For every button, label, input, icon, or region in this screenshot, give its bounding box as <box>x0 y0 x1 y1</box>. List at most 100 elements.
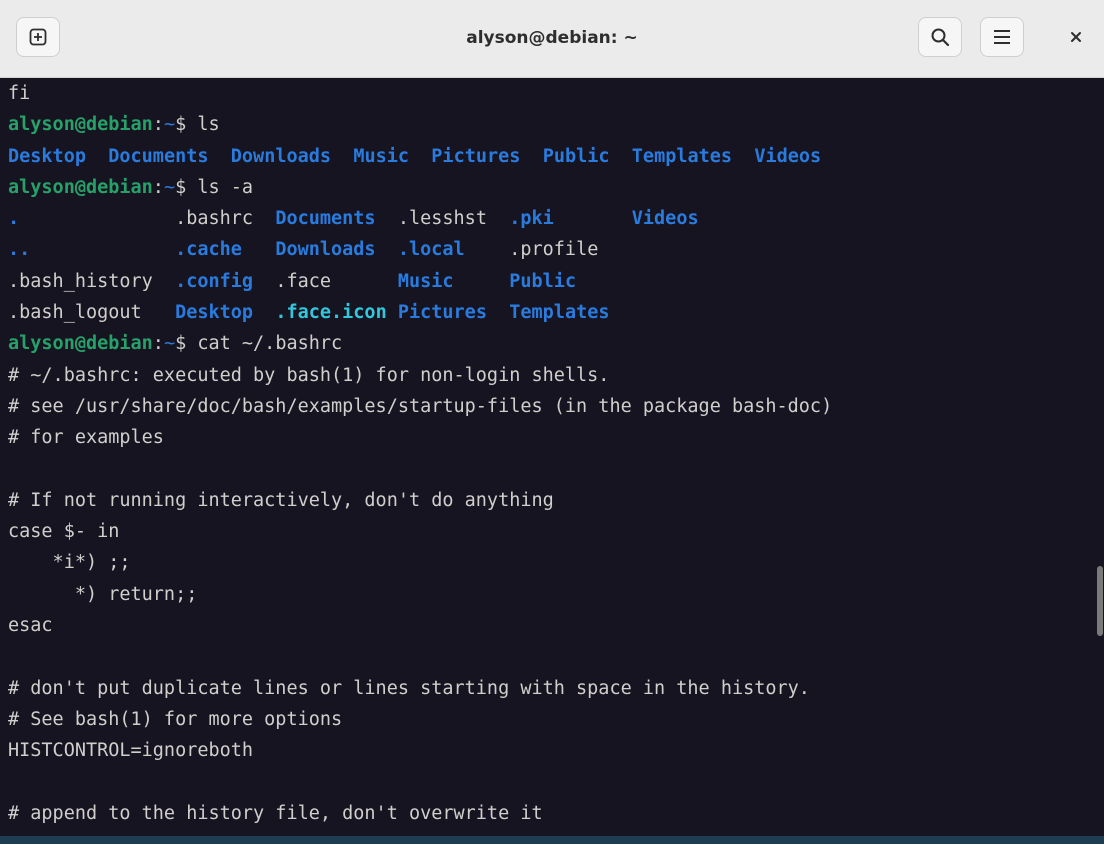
terminal-text: $ ls <box>175 114 220 136</box>
terminal-text: .cache <box>175 239 242 261</box>
terminal-text: # for examples <box>8 427 164 449</box>
terminal-window: alyson@debian: ~ fi alyson@debian:~$ ls De… <box>0 0 1104 844</box>
terminal-text: # If not running interactively, don't do… <box>8 489 554 511</box>
header-bar: alyson@debian: ~ <box>0 0 1104 78</box>
terminal-line: # append to the history file, don't over… <box>8 798 1094 829</box>
terminal-text: Desktop <box>175 302 254 324</box>
terminal-text: : <box>152 176 164 198</box>
terminal-text: .face <box>253 270 398 292</box>
terminal-text: *i*) ;; <box>8 552 131 574</box>
terminal-line: # If not running interactively, don't do… <box>8 485 1094 516</box>
terminal-text: # don't put duplicate lines or lines sta… <box>8 677 810 699</box>
terminal-text: Music <box>397 270 454 292</box>
terminal-line: Desktop Documents Downloads Music Pictur… <box>8 141 1094 172</box>
terminal-text: case $- in <box>8 521 120 543</box>
terminal-text: ~ <box>163 176 176 198</box>
terminal-text: Downloads <box>230 145 332 167</box>
terminal-line: .. .cache Downloads .local .profile <box>8 234 1094 265</box>
terminal-text: Downloads <box>275 239 376 261</box>
terminal-text: : <box>152 333 164 355</box>
terminal-line: alyson@debian:~$ ls -a <box>8 172 1094 203</box>
terminal-text: .. <box>8 239 31 261</box>
terminal-line: # see /usr/share/doc/bash/examples/start… <box>8 391 1094 422</box>
terminal-text: # See bash(1) for more options <box>8 708 343 730</box>
terminal-line: fi <box>8 78 1094 109</box>
search-icon <box>931 28 950 47</box>
terminal-text: # ~/.bashrc: executed by bash(1) for non… <box>8 364 610 386</box>
terminal-line: alyson@debian:~$ ls <box>8 109 1094 140</box>
hamburger-icon <box>994 30 1010 44</box>
terminal-text: .lesshst <box>375 208 510 230</box>
terminal-line: # ~/.bashrc: executed by bash(1) for non… <box>8 360 1094 391</box>
close-button[interactable] <box>1056 17 1096 57</box>
terminal-text: # see /usr/share/doc/bash/examples/start… <box>8 395 833 417</box>
terminal-text: Videos <box>631 208 699 230</box>
menu-button[interactable] <box>980 17 1024 57</box>
terminal-line: .bash_history .config .face Music Public <box>8 266 1094 297</box>
terminal-text: alyson@debian <box>8 114 153 136</box>
terminal-line: .bash_logout Desktop .face.icon Pictures… <box>8 297 1094 328</box>
terminal-text: .config <box>175 270 254 292</box>
terminal-text: Public <box>542 145 610 167</box>
search-button[interactable] <box>918 17 962 57</box>
terminal-text: # append to the history file, don't over… <box>8 802 543 824</box>
terminal-text: Documents <box>108 145 209 167</box>
terminal-text: ~ <box>163 333 176 355</box>
terminal-text: *) return;; <box>8 583 198 605</box>
terminal-text: esac <box>8 615 53 637</box>
terminal-text: . <box>8 208 20 230</box>
bottom-edge <box>0 836 1104 844</box>
terminal-text: Templates <box>631 145 733 167</box>
terminal-text: HISTCONTROL=ignoreboth <box>8 740 254 762</box>
terminal-line: esac <box>8 610 1094 641</box>
terminal-text: ~ <box>163 114 176 136</box>
terminal-text: $ ls -a <box>175 176 254 198</box>
terminal-text: .face.icon <box>275 302 387 324</box>
terminal-text: Public <box>509 270 577 292</box>
terminal-text: Documents <box>275 208 376 230</box>
close-icon <box>1071 32 1081 42</box>
terminal-text: .bashrc <box>19 208 276 230</box>
terminal-text: .bash_logout <box>8 302 176 324</box>
terminal-text: : <box>152 114 164 136</box>
terminal-text: Music <box>353 145 410 167</box>
terminal-output[interactable]: fi alyson@debian:~$ ls Desktop Documents D… <box>8 78 1094 836</box>
terminal-text: .local <box>397 239 465 261</box>
terminal-text: Videos <box>754 145 822 167</box>
terminal-text: $ cat ~/.bashrc <box>175 333 343 355</box>
terminal-line: alyson@debian:~$ cat ~/.bashrc <box>8 328 1094 359</box>
terminal-text: .pki <box>509 208 554 230</box>
terminal-text: Pictures <box>397 302 487 324</box>
terminal-text: Desktop <box>8 145 86 167</box>
terminal-line: HISTCONTROL=ignoreboth <box>8 735 1094 766</box>
terminal-text: alyson@debian <box>8 176 153 198</box>
scrollbar-thumb[interactable] <box>1097 566 1103 636</box>
terminal-text: Templates <box>509 302 610 324</box>
terminal-text: .bash_history <box>8 270 176 292</box>
terminal-line: *) return;; <box>8 579 1094 610</box>
terminal-line: # See bash(1) for more options <box>8 704 1094 735</box>
terminal-text: fi <box>8 83 31 104</box>
terminal-line: . .bashrc Documents .lesshst .pki Videos <box>8 203 1094 234</box>
terminal-line: # for examples <box>8 422 1094 453</box>
terminal-line: case $- in <box>8 516 1094 547</box>
terminal-text: Pictures <box>431 145 521 167</box>
